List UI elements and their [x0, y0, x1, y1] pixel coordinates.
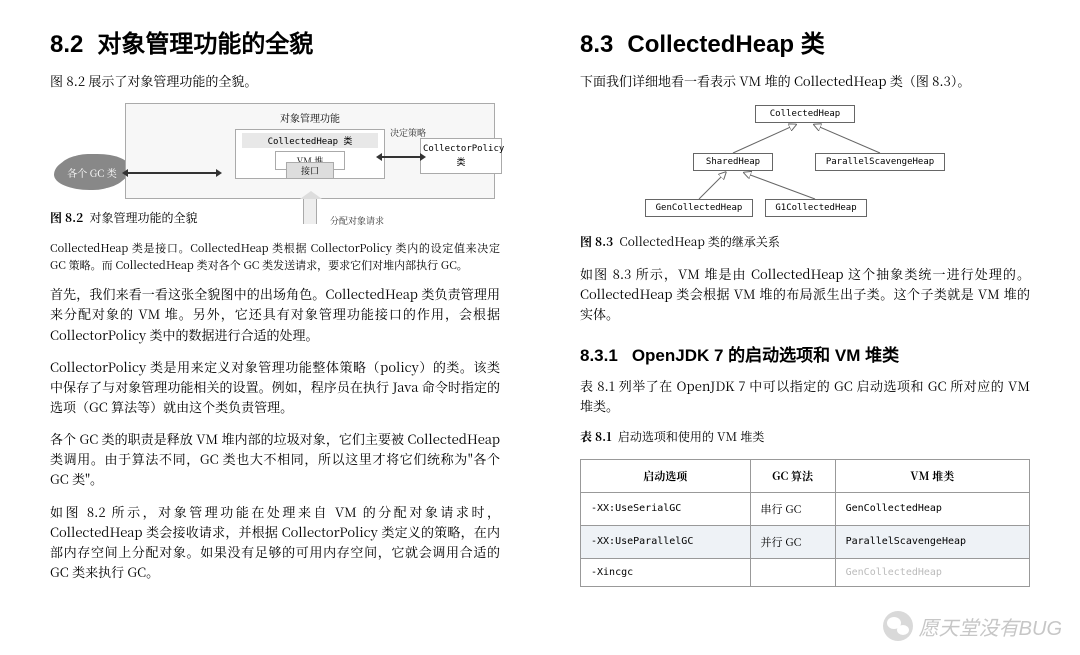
table-row: -XX:UseSerialGC 串行 GC GenCollectedHeap	[581, 492, 1030, 525]
arrow-right-icon	[382, 156, 420, 158]
table-header-row: 启动选项 GC 算法 VM 堆类	[581, 459, 1030, 492]
section-title: CollectedHeap 类	[627, 31, 824, 58]
watermark-text: 愿天堂没有BUG	[919, 612, 1062, 641]
table-8-1-caption: 表 8.1 启动选项和使用的 VM 堆类	[580, 428, 1030, 445]
subsection-8-3-1-heading: 8.3.1 OpenJDK 7 的启动选项和 VM 堆类	[580, 341, 1030, 366]
object-mgmt-box: 对象管理功能 决定策略 CollectedHeap 类 VM 堆 接口 Coll…	[125, 103, 495, 199]
collectorpolicy-box: CollectorPolicy 类	[420, 138, 502, 173]
object-mgmt-title: 对象管理功能	[136, 110, 484, 125]
arrow-left-icon	[128, 172, 216, 174]
section-title: 对象管理功能的全貌	[97, 31, 313, 58]
table-row: -Xincgc GenCollectedHeap	[581, 558, 1030, 586]
arrow-up-icon	[303, 198, 317, 224]
section-number: 8.2	[50, 31, 83, 58]
uml-parallelscavengeheap: ParallelScavengeHeap	[815, 153, 945, 171]
section-8-3-heading: 8.3 CollectedHeap 类	[580, 24, 1030, 59]
uml-g1collectedheap: G1CollectedHeap	[765, 199, 867, 217]
collectedheap-title: CollectedHeap 类	[242, 133, 378, 148]
watermark: 愿天堂没有BUG	[883, 611, 1062, 641]
table-body: -XX:UseSerialGC 串行 GC GenCollectedHeap -…	[581, 492, 1030, 586]
para-4: 如图 8.2 所示，对象管理功能在处理来自 VM 的分配对象请求时，Collec…	[50, 502, 500, 583]
left-column: 8.2 对象管理功能的全貌 图 8.2 展示了对象管理功能的全貌。 各个 GC 类…	[30, 24, 540, 594]
alloc-request-label: 分配对象请求	[330, 214, 384, 227]
uml-gencollectedheap: GenCollectedHeap	[645, 199, 753, 217]
intro-text: 下面我们详细地看一看表示 VM 堆的 CollectedHeap 类（图 8.3…	[580, 71, 1030, 91]
figure-8-3: CollectedHeap SharedHeap ParallelScaveng…	[645, 103, 965, 223]
gc-cloud: 各个 GC 类	[57, 155, 127, 189]
table-8-1: 启动选项 GC 算法 VM 堆类 -XX:UseSerialGC 串行 GC G…	[580, 459, 1030, 587]
page: 8.2 对象管理功能的全貌 图 8.2 展示了对象管理功能的全貌。 各个 GC 类…	[0, 0, 1080, 594]
interface-box: 接口	[286, 162, 334, 179]
para-3: 各个 GC 类的职责是释放 VM 堆内部的垃圾对象，它们主要被 Collecte…	[50, 429, 500, 489]
para-r2: 表 8.1 列举了在 OpenJDK 7 中可以指定的 GC 启动选项和 GC …	[580, 376, 1030, 416]
figure-8-2: 各个 GC 类 在需要时执行 GC 对象管理功能 决定策略 CollectedH…	[120, 103, 500, 199]
para-1: 首先，我们来看一看这张全貌图中的出场角色。CollectedHeap 类负责管理…	[50, 284, 500, 344]
figure-8-2-caption: 图 8.2 对象管理功能的全貌	[50, 209, 500, 226]
subsection-title: OpenJDK 7 的启动选项和 VM 堆类	[632, 346, 899, 365]
para-r1: 如图 8.3 所示，VM 堆是由 CollectedHeap 这个抽象类统一进行…	[580, 264, 1030, 324]
wechat-icon	[883, 611, 913, 641]
para-2: CollectorPolicy 类是用来定义对象管理功能整体策略（policy）…	[50, 357, 500, 417]
figure-8-3-caption: 图 8.3 CollectedHeap 类的继承关系	[580, 233, 1030, 250]
uml-collectedheap: CollectedHeap	[755, 105, 855, 123]
uml-sharedheap: SharedHeap	[693, 153, 773, 171]
table-row: -XX:UseParallelGC 并行 GC ParallelScavenge…	[581, 525, 1030, 558]
section-number: 8.3	[580, 31, 613, 58]
th-algo: GC 算法	[750, 459, 835, 492]
th-class: VM 堆类	[835, 459, 1029, 492]
th-option: 启动选项	[581, 459, 751, 492]
right-column: 8.3 CollectedHeap 类 下面我们详细地看一看表示 VM 堆的 Co…	[540, 24, 1050, 594]
subsection-number: 8.3.1	[580, 346, 618, 365]
collectedheap-box: CollectedHeap 类 VM 堆 接口	[235, 129, 385, 179]
small-desc: CollectedHeap 类是接口。CollectedHeap 类根据 Col…	[50, 240, 500, 274]
intro-text: 图 8.2 展示了对象管理功能的全貌。	[50, 71, 500, 91]
section-8-2-heading: 8.2 对象管理功能的全貌	[50, 24, 500, 59]
